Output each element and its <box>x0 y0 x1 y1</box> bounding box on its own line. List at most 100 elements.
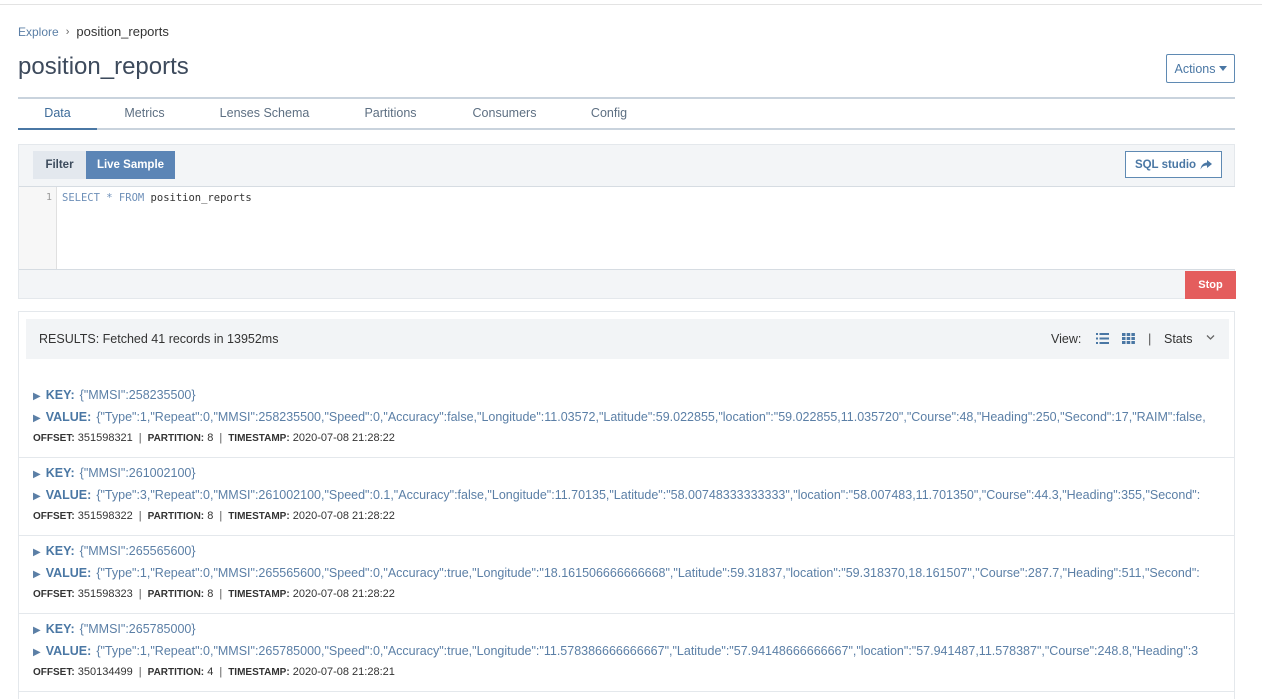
record-row: ▶ KEY: {"MMSI":261002100} ▶ VALUE: {"Type":3… <box>19 458 1235 536</box>
table-name: position_reports <box>150 192 252 204</box>
line-number-gutter: 1 <box>19 187 57 269</box>
keyword-from: FROM <box>118 192 145 204</box>
record-value: {"Type":1,"Repeat":0,"MMSI":258235500,"S… <box>96 410 1206 424</box>
record-offset: 351598323 <box>77 588 133 600</box>
partition-label: PARTITION: <box>147 667 205 678</box>
offset-label: OFFSET: <box>33 667 75 678</box>
record-partition: 8 <box>207 588 214 600</box>
record-value-line[interactable]: ▶ VALUE: {"Type":1,"Repeat":0,"MMSI":26578… <box>33 644 1221 658</box>
record-key-line[interactable]: ▶ KEY: {"MMSI":258235500} <box>33 388 1221 402</box>
record-timestamp: 2020-07-08 21:28:21 <box>292 666 395 678</box>
results-panel: RESULTS: Fetched 41 records in 13952ms V… <box>18 311 1235 699</box>
query-panel: Filter Live Sample SQL studio 1 SELECT *… <box>18 144 1236 299</box>
partition-label: PARTITION: <box>147 511 205 522</box>
record-value-line[interactable]: ▶ VALUE: {"Type":3,"Repeat":0,"MMSI":26100… <box>33 488 1221 502</box>
meta-separator: | <box>219 588 223 600</box>
chevron-right-icon: › <box>65 25 70 38</box>
record-key: {"MMSI":261002100} <box>79 466 196 480</box>
sql-studio-label: SQL studio <box>1134 158 1197 171</box>
actions-label: Actions <box>1174 61 1216 76</box>
meta-separator: | <box>219 666 223 678</box>
tab-partitions[interactable]: Partitions <box>352 99 429 130</box>
offset-label: OFFSET: <box>33 589 75 600</box>
grid-view-icon[interactable] <box>1122 333 1135 344</box>
tab-bar: Data Metrics Lenses Schema Partitions Co… <box>18 99 1235 130</box>
stop-button[interactable]: Stop <box>1185 271 1236 299</box>
filter-button[interactable]: Filter <box>33 151 86 179</box>
stats-toggle[interactable]: Stats <box>1164 332 1193 346</box>
caret-down-icon <box>1218 66 1227 71</box>
key-label: KEY: <box>45 388 75 402</box>
breadcrumb-explore-link[interactable]: Explore <box>18 25 59 39</box>
select-star: * <box>106 192 113 204</box>
list-view-icon[interactable] <box>1096 333 1109 344</box>
share-arrow-icon <box>1200 159 1213 169</box>
value-label: VALUE: <box>45 410 92 424</box>
offset-label: OFFSET: <box>33 511 75 522</box>
meta-separator: | <box>138 666 142 678</box>
record-key: {"MMSI":265565600} <box>79 544 196 558</box>
page-title: position_reports <box>18 53 189 80</box>
breadcrumb: Explore › position_reports <box>18 24 169 39</box>
results-summary: RESULTS: Fetched 41 records in 13952ms <box>39 332 279 346</box>
meta-separator: | <box>138 588 142 600</box>
view-separator: | <box>1148 331 1152 346</box>
record-value: {"Type":1,"Repeat":0,"MMSI":265565600,"S… <box>96 566 1200 580</box>
expand-triangle-icon[interactable]: ▶ <box>33 647 41 658</box>
expand-triangle-icon[interactable]: ▶ <box>33 469 41 480</box>
results-header: RESULTS: Fetched 41 records in 13952ms V… <box>26 319 1229 359</box>
meta-separator: | <box>219 432 223 444</box>
live-sample-button[interactable]: Live Sample <box>86 151 175 179</box>
sql-studio-button[interactable]: SQL studio <box>1125 151 1222 178</box>
partition-label: PARTITION: <box>147 589 205 600</box>
record-meta: OFFSET: 351598323 | PARTITION: 8 | TIMESTAMP… <box>33 588 395 600</box>
actions-dropdown-button[interactable]: Actions <box>1166 54 1235 83</box>
sql-editor[interactable]: 1 SELECT * FROM position_reports <box>19 186 1235 270</box>
top-divider <box>0 4 1262 5</box>
tab-metrics[interactable]: Metrics <box>110 99 179 130</box>
expand-triangle-icon[interactable]: ▶ <box>33 625 41 636</box>
record-value-line[interactable]: ▶ VALUE: {"Type":1,"Repeat":0,"MMSI":25823… <box>33 410 1221 424</box>
record-row: ▶ KEY: {"MMSI":265785000} ▶ VALUE: {"Type":1… <box>19 614 1235 692</box>
keyword-select: SELECT <box>62 192 100 204</box>
record-value: {"Type":3,"Repeat":0,"MMSI":261002100,"S… <box>96 488 1201 502</box>
line-number: 1 <box>45 192 52 203</box>
key-label: KEY: <box>45 622 75 636</box>
record-meta: OFFSET: 351598322 | PARTITION: 8 | TIMESTAMP… <box>33 510 395 522</box>
record-value: {"Type":1,"Repeat":0,"MMSI":265785000,"S… <box>96 644 1199 658</box>
offset-label: OFFSET: <box>33 433 75 444</box>
tab-lenses-schema[interactable]: Lenses Schema <box>208 99 321 130</box>
meta-separator: | <box>219 510 223 522</box>
sql-query-text: SELECT * FROM position_reports <box>62 192 252 204</box>
record-key-line[interactable]: ▶ KEY: {"MMSI":265785000} <box>33 622 1221 636</box>
view-label: View: <box>1051 332 1082 346</box>
record-key: {"MMSI":258235500} <box>79 388 196 402</box>
value-label: VALUE: <box>45 488 92 502</box>
expand-triangle-icon[interactable]: ▶ <box>33 547 41 558</box>
record-meta: OFFSET: 350134499 | PARTITION: 4 | TIMESTAMP… <box>33 666 395 678</box>
record-row: ▶ KEY: {"MMSI":265565600} ▶ VALUE: {"Type":1… <box>19 536 1235 614</box>
meta-separator: | <box>138 510 142 522</box>
chevron-down-icon[interactable] <box>1206 334 1215 341</box>
record-timestamp: 2020-07-08 21:28:22 <box>292 510 395 522</box>
record-offset: 350134499 <box>77 666 133 678</box>
record-value-line[interactable]: ▶ VALUE: {"Type":1,"Repeat":0,"MMSI":26556… <box>33 566 1221 580</box>
record-key-line[interactable]: ▶ KEY: {"MMSI":265565600} <box>33 544 1221 558</box>
expand-triangle-icon[interactable]: ▶ <box>33 569 41 580</box>
record-meta: OFFSET: 351598321 | PARTITION: 8 | TIMESTAMP… <box>33 432 395 444</box>
record-key-line[interactable]: ▶ KEY: {"MMSI":261002100} <box>33 466 1221 480</box>
breadcrumb-current: position_reports <box>76 24 169 39</box>
record-partition: 4 <box>207 666 214 678</box>
tab-consumers[interactable]: Consumers <box>461 99 548 130</box>
tab-config[interactable]: Config <box>581 99 637 130</box>
value-label: VALUE: <box>45 644 92 658</box>
record-timestamp: 2020-07-08 21:28:22 <box>292 432 395 444</box>
record-partition: 8 <box>207 510 214 522</box>
record-offset: 351598322 <box>77 510 133 522</box>
timestamp-label: TIMESTAMP: <box>228 589 290 600</box>
expand-triangle-icon[interactable]: ▶ <box>33 391 41 402</box>
tab-data[interactable]: Data <box>18 99 97 130</box>
expand-triangle-icon[interactable]: ▶ <box>33 491 41 502</box>
record-partition: 8 <box>207 432 214 444</box>
expand-triangle-icon[interactable]: ▶ <box>33 413 41 424</box>
